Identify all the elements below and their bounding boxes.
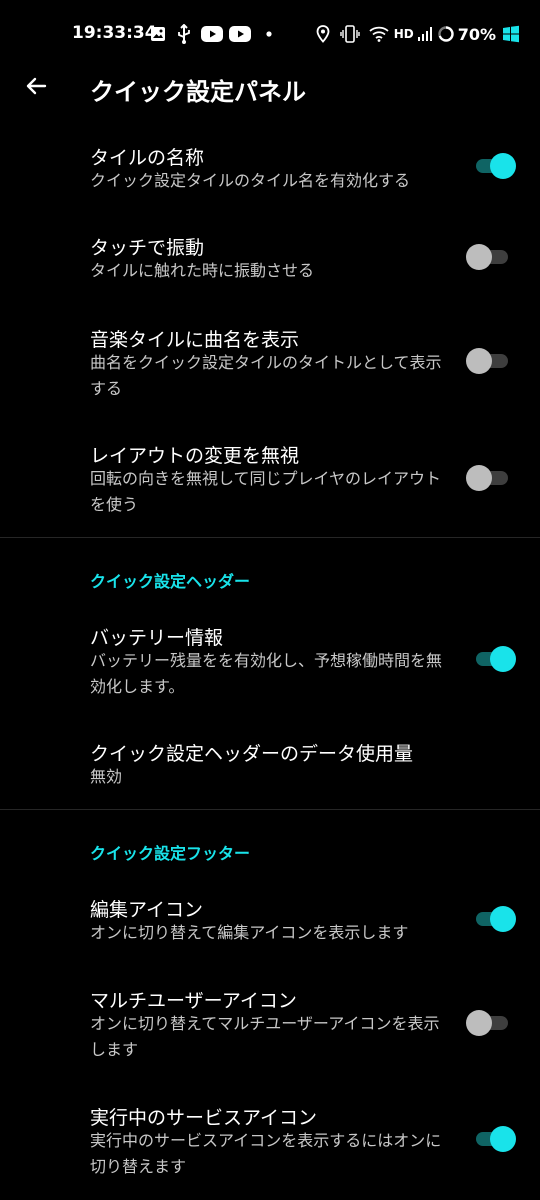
pref-edit-icon[interactable]: 編集アイコン オンに切り替えて編集アイコンを表示します bbox=[0, 882, 540, 958]
pref-title: バッテリー情報 bbox=[90, 627, 224, 649]
section-header-qs-footer: クイック設定フッター bbox=[90, 844, 251, 863]
pref-title: タイルの名称 bbox=[90, 147, 205, 169]
tile-names-toggle[interactable] bbox=[472, 152, 516, 180]
toggle-thumb bbox=[466, 465, 492, 491]
pref-title: 実行中のサービスアイコン bbox=[90, 1107, 318, 1129]
status-right-icons: HD 70% bbox=[316, 22, 520, 46]
app-bar: クイック設定パネル bbox=[0, 60, 540, 116]
pref-multi-user-icon[interactable]: マルチユーザーアイコン オンに切り替えてマルチユーザーアイコンを表示します bbox=[0, 973, 540, 1073]
toggle-thumb bbox=[466, 348, 492, 374]
pref-summary: バッテリー残量をを有効化し、予想稼働時間を無効化します。 bbox=[90, 651, 443, 696]
pref-summary: クイック設定タイルのタイル名を有効化する bbox=[90, 171, 411, 190]
pref-summary: タイルに触れた時に振動させる bbox=[90, 261, 315, 280]
toggle-thumb bbox=[490, 1126, 516, 1152]
wifi-icon bbox=[369, 26, 389, 42]
pref-touch-vibrate[interactable]: タッチで振動 タイルに触れた時に振動させる bbox=[0, 220, 540, 296]
status-left-icons bbox=[149, 24, 272, 44]
section-divider bbox=[0, 809, 540, 810]
youtube-icon bbox=[229, 26, 251, 42]
toggle-thumb bbox=[490, 906, 516, 932]
pref-title: レイアウトの変更を無視 bbox=[90, 445, 300, 467]
pref-battery-info[interactable]: バッテリー情報 バッテリー残量をを有効化し、予想稼働時間を無効化します。 bbox=[0, 610, 540, 710]
status-bar: 19:33:34 HD 70% bbox=[0, 0, 540, 68]
pref-music-tile-title[interactable]: 音楽タイルに曲名を表示 曲名をクイック設定タイルのタイトルとして表示する bbox=[0, 312, 540, 412]
section-header-qs-header: クイック設定ヘッダー bbox=[90, 572, 251, 591]
pref-tile-names[interactable]: タイルの名称 クイック設定タイルのタイル名を有効化する bbox=[0, 130, 540, 206]
pref-summary: 曲名をクイック設定タイルのタイトルとして表示する bbox=[90, 353, 442, 398]
pref-summary: 回転の向きを無視して同じプレイヤのレイアウトを使う bbox=[90, 469, 442, 514]
page-title: クイック設定パネル bbox=[90, 78, 306, 106]
toggle-thumb bbox=[466, 1010, 492, 1036]
arrow-left-icon bbox=[24, 74, 48, 102]
screen: 19:33:34 HD 70% クイック設定パネル タイルの名称 クイック設定タ… bbox=[0, 0, 540, 1200]
status-time: 19:33:34 bbox=[72, 23, 157, 43]
pref-header-data-usage[interactable]: クイック設定ヘッダーのデータ使用量 無効 bbox=[0, 726, 540, 802]
running-services-icon-toggle[interactable] bbox=[472, 1125, 516, 1153]
image-icon bbox=[149, 26, 167, 42]
dot-icon bbox=[266, 31, 272, 37]
pref-title: マルチユーザーアイコン bbox=[90, 990, 297, 1012]
ignore-layout-toggle[interactable] bbox=[466, 464, 510, 492]
pref-title: タッチで振動 bbox=[90, 237, 205, 259]
pref-title: 編集アイコン bbox=[90, 899, 204, 921]
multi-user-icon-toggle[interactable] bbox=[466, 1009, 510, 1037]
toggle-thumb bbox=[490, 646, 516, 672]
network-type-label: HD bbox=[393, 27, 414, 41]
youtube-icon bbox=[201, 26, 223, 42]
edit-icon-toggle[interactable] bbox=[472, 905, 516, 933]
touch-vibrate-toggle[interactable] bbox=[466, 243, 510, 271]
pref-title: クイック設定ヘッダーのデータ使用量 bbox=[90, 743, 414, 765]
pref-ignore-layout[interactable]: レイアウトの変更を無視 回転の向きを無視して同じプレイヤのレイアウトを使う bbox=[0, 428, 540, 528]
battery-ring-icon bbox=[437, 25, 455, 43]
pref-summary: オンに切り替えてマルチユーザーアイコンを表示します bbox=[90, 1014, 440, 1059]
battery-percent: 70% bbox=[457, 24, 496, 44]
signal-icon bbox=[417, 26, 433, 42]
windows-icon bbox=[502, 25, 520, 43]
pref-summary: 無効 bbox=[90, 767, 123, 786]
music-tile-title-toggle[interactable] bbox=[466, 347, 510, 375]
usb-icon bbox=[176, 24, 192, 44]
section-divider bbox=[0, 537, 540, 538]
pref-running-services-icon[interactable]: 実行中のサービスアイコン 実行中のサービスアイコンを表示するにはオンに切り替えま… bbox=[0, 1090, 540, 1190]
vibrate-icon bbox=[339, 25, 360, 43]
battery-info-toggle[interactable] bbox=[472, 645, 516, 673]
toggle-thumb bbox=[490, 153, 516, 179]
pref-title: 音楽タイルに曲名を表示 bbox=[90, 329, 300, 351]
pref-summary: オンに切り替えて編集アイコンを表示します bbox=[90, 923, 409, 942]
location-icon bbox=[316, 25, 330, 43]
back-button[interactable] bbox=[18, 70, 54, 106]
pref-summary: 実行中のサービスアイコンを表示するにはオンに切り替えます bbox=[90, 1131, 442, 1176]
toggle-thumb bbox=[466, 244, 492, 270]
